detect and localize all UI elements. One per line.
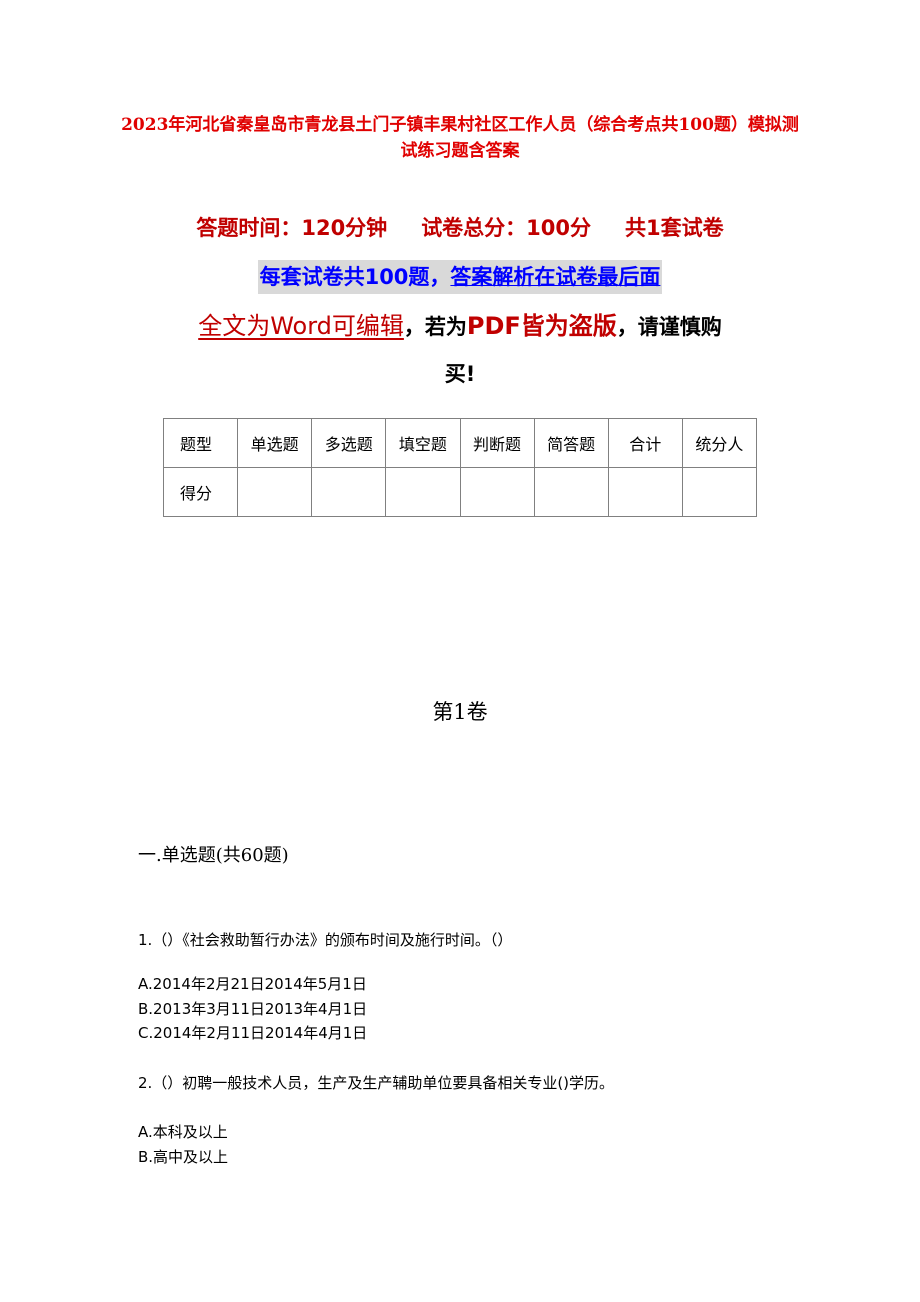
exam-time: 答题时间：120分钟 [196, 216, 388, 240]
score-cell [607, 467, 683, 517]
question-1-options: A.2014年2月21日2014年5月1日 B.2013年3月11日2013年4… [138, 972, 367, 1046]
exam-meta: 答题时间：120分钟 试卷总分：100分 共1套试卷 [0, 212, 920, 244]
warning-continuation: 买! [444, 362, 476, 386]
exam-set-count: 共1套试卷 [625, 216, 724, 240]
copyright-warning: 全文为Word可编辑，若为PDF皆为盗版，请谨慎购 [0, 306, 920, 347]
score-row-label: 得分 [162, 467, 239, 517]
promo-banner: 每套试卷共100题，答案解析在试卷最后面 [0, 260, 920, 294]
warning-editable: 全文为Word可编辑 [198, 312, 404, 340]
score-table-score-row: 得分 [162, 467, 758, 517]
score-cell [311, 467, 387, 517]
volume-title: 第1卷 [432, 700, 488, 724]
score-cell [533, 467, 609, 517]
header-cell: 填空题 [385, 418, 461, 468]
header-cell: 单选题 [237, 418, 313, 468]
option: B.2013年3月11日2013年4月1日 [138, 999, 368, 1018]
option: B.高中及以上 [138, 1147, 229, 1166]
score-table: 题型 单选题 多选题 填空题 判断题 简答题 合计 统分人 得分 [162, 418, 758, 517]
section-title: 一.单选题(共60题) [138, 845, 289, 866]
question-2-text: 2.（）初聘一般技术人员，生产及生产辅助单位要具备相关专业()学历。 [138, 1074, 615, 1092]
question-2-options: A.本科及以上 B.高中及以上 [138, 1120, 228, 1169]
score-cell [237, 467, 313, 517]
document-title: 2023年河北省秦皇岛市青龙县土门子镇丰果村社区工作人员（综合考点共100题）模… [121, 115, 799, 161]
question-1-text: 1.（）《社会救助暂行办法》的颁布时间及施行时间。（） [138, 931, 513, 949]
header-cell: 合计 [607, 418, 683, 468]
header-cell: 判断题 [459, 418, 535, 468]
promo-text: 每套试卷共100题，答案解析在试卷最后面 [257, 260, 663, 294]
score-cell [681, 467, 758, 517]
document-page: { "document": { "title": "2023年河北省秦皇岛市青龙… [0, 0, 920, 1302]
option: A.2014年2月21日2014年5月1日 [138, 975, 367, 993]
warning-pdf: PDF皆为盗版 [466, 312, 617, 340]
score-cell [459, 467, 535, 517]
promo-link[interactable]: 答案解析在试卷最后面 [450, 265, 660, 289]
warning-connector: ，若为 [403, 315, 467, 339]
score-table-header-row: 题型 单选题 多选题 填空题 判断题 简答题 合计 统分人 [162, 418, 758, 468]
option: C.2014年2月11日2014年4月1日 [138, 1024, 368, 1042]
option: A.本科及以上 [138, 1123, 228, 1141]
promo-part1: 每套试卷共100题， [259, 265, 451, 289]
warning-caution: ，请谨慎购 [616, 315, 722, 339]
header-cell: 统分人 [681, 418, 758, 468]
header-cell: 题型 [162, 418, 239, 468]
header-cell: 多选题 [311, 418, 387, 468]
header-cell: 简答题 [533, 418, 609, 468]
exam-total-score: 试卷总分：100分 [421, 216, 592, 240]
score-cell [385, 467, 461, 517]
